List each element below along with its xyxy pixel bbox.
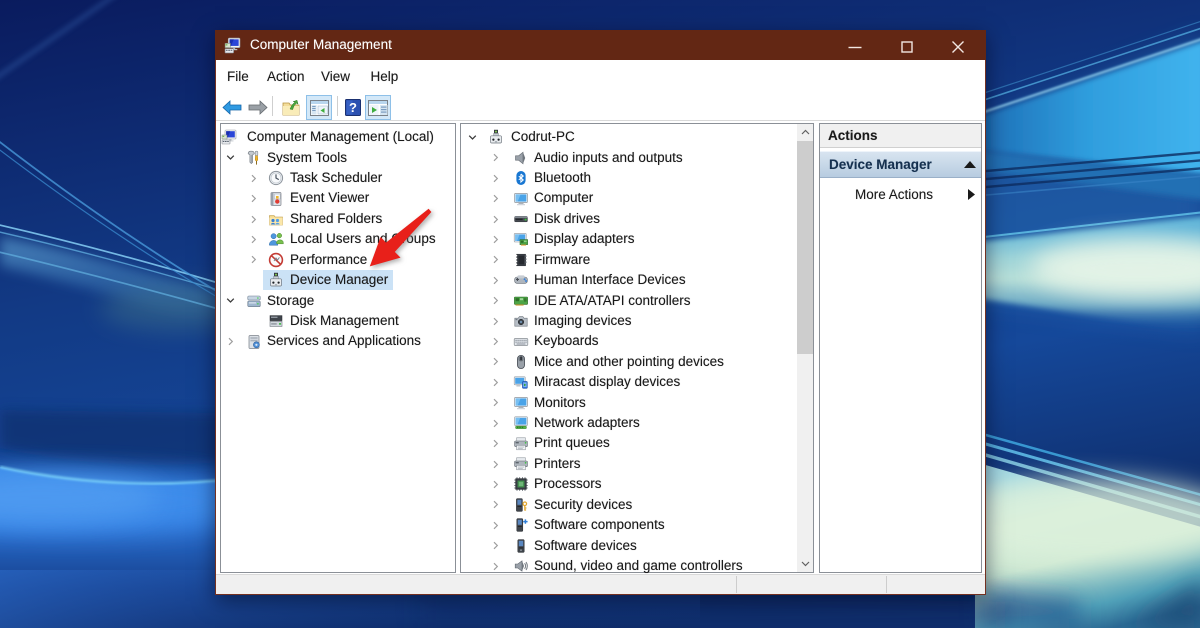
svg-text:?: ? xyxy=(349,100,357,115)
